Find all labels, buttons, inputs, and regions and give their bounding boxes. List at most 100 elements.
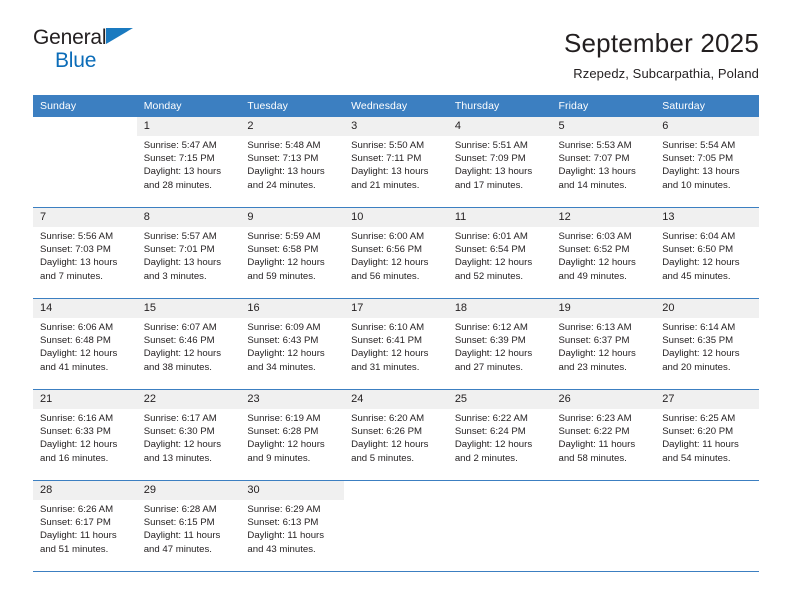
calendar-day-cell[interactable]: 17 Sunrise: 6:10 AM Sunset: 6:41 PM Dayligh…: [344, 299, 448, 389]
daylight-duration-line2: and 54 minutes.: [662, 452, 731, 464]
day-number: 3: [344, 117, 448, 136]
daylight-duration-line1: Daylight: 11 hours: [247, 530, 325, 542]
day-cell-inner: 13 Sunrise: 6:04 AM Sunset: 6:50 PM Dayligh…: [655, 208, 759, 298]
calendar-day-cell[interactable]: 18 Sunrise: 6:12 AM Sunset: 6:39 PM Dayligh…: [447, 299, 552, 389]
day-info: Sunrise: 5:54 AM Sunset: 7:05 PM Daylight:…: [655, 136, 759, 192]
daylight-duration-line2: and 51 minutes.: [40, 543, 109, 555]
day-number: 9: [240, 208, 345, 227]
sunrise-time: Sunrise: 6:09 AM: [247, 322, 321, 333]
calendar-day-cell[interactable]: 2 Sunrise: 5:48 AM Sunset: 7:13 PM Daylight…: [240, 117, 345, 207]
daylight-duration-line2: and 27 minutes.: [454, 361, 524, 373]
sunset-time: Sunset: 6:56 PM: [351, 244, 423, 256]
daylight-duration-line2: and 3 minutes.: [143, 270, 207, 282]
calendar-day-cell[interactable]: 30 Sunrise: 6:29 AM Sunset: 6:13 PM Dayligh…: [240, 481, 345, 571]
calendar-week-row: 28 Sunrise: 6:26 AM Sunset: 6:17 PM Dayligh…: [33, 481, 759, 571]
day-info: Sunrise: 6:09 AM Sunset: 6:43 PM Daylight:…: [240, 318, 344, 374]
calendar-body: 1 Sunrise: 5:47 AM Sunset: 7:15 PM Daylight…: [33, 117, 759, 572]
daylight-duration-line1: Daylight: 12 hours: [454, 439, 533, 451]
calendar-day-cell[interactable]: 1 Sunrise: 5:47 AM Sunset: 7:15 PM Daylight…: [136, 117, 241, 207]
calendar-day-cell[interactable]: 11 Sunrise: 6:01 AM Sunset: 6:54 PM Dayligh…: [447, 208, 552, 298]
calendar-day-cell[interactable]: 5 Sunrise: 5:53 AM Sunset: 7:07 PM Daylight…: [551, 117, 656, 207]
sunset-time: Sunset: 6:20 PM: [662, 426, 734, 438]
day-number: [447, 481, 552, 500]
day-cell-inner: 26 Sunrise: 6:23 AM Sunset: 6:22 PM Dayligh…: [551, 390, 656, 480]
day-number: 6: [655, 117, 759, 136]
day-cell-inner: 9 Sunrise: 5:59 AM Sunset: 6:58 PM Daylight…: [240, 208, 345, 298]
calendar-week-row: 1 Sunrise: 5:47 AM Sunset: 7:15 PM Daylight…: [33, 117, 759, 207]
day-info: Sunrise: 6:01 AM Sunset: 6:54 PM Daylight:…: [448, 227, 552, 283]
daylight-duration-line2: and 47 minutes.: [143, 543, 212, 555]
calendar-day-cell[interactable]: 9 Sunrise: 5:59 AM Sunset: 6:58 PM Daylight…: [240, 208, 345, 298]
daylight-duration-line1: Daylight: 12 hours: [247, 439, 325, 451]
day-cell-inner: 28 Sunrise: 6:26 AM Sunset: 6:17 PM Dayligh…: [33, 481, 137, 571]
day-number: 15: [136, 299, 241, 318]
brand-logo[interactable]: General Blue: [33, 26, 153, 78]
daylight-duration-line2: and 14 minutes.: [558, 179, 627, 191]
daylight-duration-line2: and 9 minutes.: [247, 452, 311, 464]
calendar-day-cell[interactable]: 12 Sunrise: 6:03 AM Sunset: 6:52 PM Dayligh…: [551, 208, 656, 298]
calendar-day-cell[interactable]: 23 Sunrise: 6:19 AM Sunset: 6:28 PM Dayligh…: [240, 390, 345, 480]
calendar-day-cell[interactable]: 7 Sunrise: 5:56 AM Sunset: 7:03 PM Daylight…: [33, 208, 137, 298]
calendar-day-cell[interactable]: 28 Sunrise: 6:26 AM Sunset: 6:17 PM Dayligh…: [33, 481, 137, 571]
weekday-header-friday: Friday: [551, 95, 656, 117]
calendar-header-row: Sunday Monday Tuesday Wednesday Thursday…: [33, 95, 759, 117]
calendar-day-cell[interactable]: 10 Sunrise: 6:00 AM Sunset: 6:56 PM Dayligh…: [344, 208, 448, 298]
sunset-time: Sunset: 6:58 PM: [247, 244, 319, 256]
calendar-day-cell[interactable]: 24 Sunrise: 6:20 AM Sunset: 6:26 PM Dayligh…: [344, 390, 448, 480]
day-number: 7: [33, 208, 137, 227]
calendar-day-cell[interactable]: 25 Sunrise: 6:22 AM Sunset: 6:24 PM Dayligh…: [447, 390, 552, 480]
daylight-duration-line2: and 17 minutes.: [454, 179, 524, 191]
sunrise-time: Sunrise: 5:51 AM: [454, 140, 528, 151]
day-cell-inner: 5 Sunrise: 5:53 AM Sunset: 7:07 PM Daylight…: [551, 117, 656, 207]
day-number: [655, 481, 759, 500]
day-number: 5: [551, 117, 656, 136]
day-number: 21: [33, 390, 137, 409]
daylight-duration-line1: Daylight: 13 hours: [143, 166, 222, 178]
page-title: September 2025: [563, 28, 759, 58]
day-number: [551, 481, 656, 500]
calendar-day-cell[interactable]: 21 Sunrise: 6:16 AM Sunset: 6:33 PM Dayligh…: [33, 390, 137, 480]
day-number: [344, 481, 448, 500]
calendar-day-cell[interactable]: 27 Sunrise: 6:25 AM Sunset: 6:20 PM Dayligh…: [655, 390, 759, 480]
calendar-day-cell[interactable]: 4 Sunrise: 5:51 AM Sunset: 7:09 PM Daylight…: [447, 117, 552, 207]
day-cell-inner: [33, 117, 137, 207]
day-info: Sunrise: 6:04 AM Sunset: 6:50 PM Daylight:…: [655, 227, 759, 283]
day-info: Sunrise: 6:03 AM Sunset: 6:52 PM Daylight:…: [552, 227, 656, 283]
calendar-empty-cell: [344, 481, 448, 571]
calendar-day-cell[interactable]: 15 Sunrise: 6:07 AM Sunset: 6:46 PM Dayligh…: [136, 299, 241, 389]
sunrise-time: Sunrise: 5:47 AM: [143, 140, 217, 151]
day-number: 2: [240, 117, 345, 136]
day-info: Sunrise: 5:53 AM Sunset: 7:07 PM Daylight:…: [552, 136, 656, 192]
calendar-day-cell[interactable]: 8 Sunrise: 5:57 AM Sunset: 7:01 PM Daylight…: [136, 208, 241, 298]
day-info: Sunrise: 5:48 AM Sunset: 7:13 PM Daylight:…: [240, 136, 344, 192]
sunrise-time: Sunrise: 6:01 AM: [454, 231, 528, 242]
calendar-day-cell[interactable]: 3 Sunrise: 5:50 AM Sunset: 7:11 PM Daylight…: [344, 117, 448, 207]
triangle-flag-icon: [106, 28, 133, 44]
day-number: 13: [655, 208, 759, 227]
calendar-day-cell[interactable]: 16 Sunrise: 6:09 AM Sunset: 6:43 PM Dayligh…: [240, 299, 345, 389]
calendar-page: General Blue September 2025 Rzepedz, Sub…: [0, 0, 792, 612]
brand-name-blue: Blue: [55, 49, 97, 72]
daylight-duration-line2: and 28 minutes.: [143, 179, 212, 191]
day-number: 30: [240, 481, 345, 500]
calendar-day-cell[interactable]: 20 Sunrise: 6:14 AM Sunset: 6:35 PM Dayligh…: [655, 299, 759, 389]
sunset-time: Sunset: 7:07 PM: [558, 153, 630, 165]
day-cell-inner: 18 Sunrise: 6:12 AM Sunset: 6:39 PM Dayligh…: [447, 299, 552, 389]
daylight-duration-line2: and 59 minutes.: [247, 270, 316, 282]
day-info: Sunrise: 6:19 AM Sunset: 6:28 PM Daylight:…: [240, 409, 344, 465]
calendar-day-cell[interactable]: 26 Sunrise: 6:23 AM Sunset: 6:22 PM Dayligh…: [551, 390, 656, 480]
calendar-empty-cell: [551, 481, 656, 571]
calendar-day-cell[interactable]: 19 Sunrise: 6:13 AM Sunset: 6:37 PM Dayligh…: [551, 299, 656, 389]
daylight-duration-line2: and 58 minutes.: [558, 452, 627, 464]
calendar-day-cell[interactable]: 14 Sunrise: 6:06 AM Sunset: 6:48 PM Dayligh…: [33, 299, 137, 389]
sunset-time: Sunset: 6:50 PM: [662, 244, 734, 256]
sunset-time: Sunset: 6:43 PM: [247, 335, 319, 347]
calendar-week-row: 21 Sunrise: 6:16 AM Sunset: 6:33 PM Dayligh…: [33, 390, 759, 480]
calendar-day-cell[interactable]: 29 Sunrise: 6:28 AM Sunset: 6:15 PM Dayligh…: [136, 481, 241, 571]
calendar-day-cell[interactable]: 22 Sunrise: 6:17 AM Sunset: 6:30 PM Dayligh…: [136, 390, 241, 480]
sunset-time: Sunset: 6:24 PM: [454, 426, 526, 438]
sunset-time: Sunset: 6:54 PM: [454, 244, 526, 256]
calendar-day-cell[interactable]: 13 Sunrise: 6:04 AM Sunset: 6:50 PM Dayligh…: [655, 208, 759, 298]
day-number: 23: [240, 390, 345, 409]
calendar-day-cell[interactable]: 6 Sunrise: 5:54 AM Sunset: 7:05 PM Daylight…: [655, 117, 759, 207]
